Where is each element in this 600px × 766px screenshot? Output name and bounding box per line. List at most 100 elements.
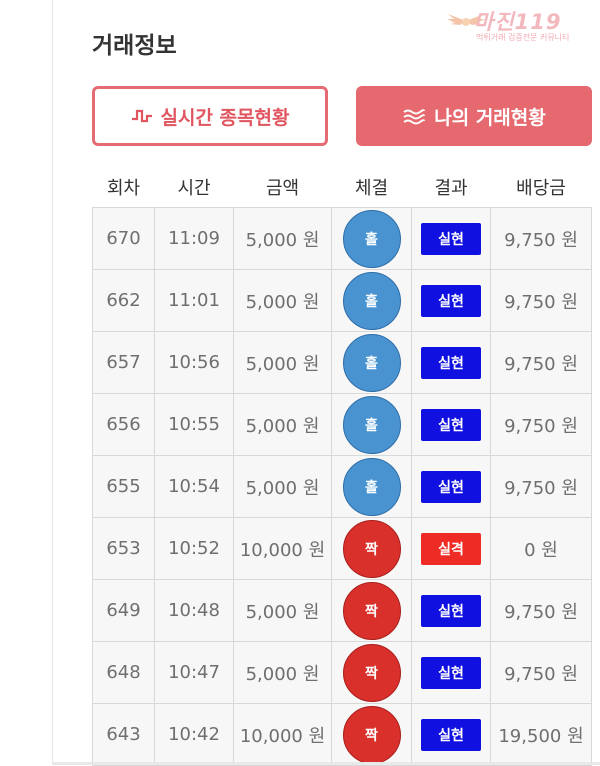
result-badge: 실현: [421, 346, 481, 379]
amount-cell: 5,000 원: [233, 331, 332, 394]
logo-tagline: 먹튀거래 검증전문 커뮤니티: [476, 33, 570, 42]
result-badge: 실현: [421, 408, 481, 441]
table-row: 670 11:09 5,000 원 홀 실현 9,750 원: [92, 207, 592, 270]
result-badge: 실현: [421, 284, 481, 317]
live-status-label: 실시간 종목현황: [160, 106, 290, 129]
pick-ball: 홀: [342, 271, 401, 330]
round-cell: 656: [92, 393, 155, 456]
result-cell: 실현: [411, 703, 491, 766]
amount-cell: 5,000 원: [233, 455, 332, 518]
payout-cell: 9,750 원: [490, 331, 592, 394]
table-row: 649 10:48 5,000 원 짝 실현 9,750 원: [92, 579, 592, 642]
pick-ball: 짝: [342, 581, 401, 640]
amount-cell: 5,000 원: [233, 641, 332, 704]
pick-cell: 짝: [331, 517, 412, 580]
round-cell: 655: [92, 455, 155, 518]
result-cell: 실현: [411, 207, 491, 270]
result-badge: 실현: [421, 656, 481, 689]
pick-cell: 짝: [331, 579, 412, 642]
header-payout: 배당금: [516, 177, 566, 199]
pick-ball: 홀: [342, 457, 401, 516]
payout-cell: 9,750 원: [490, 455, 592, 518]
result-cell: 실현: [411, 393, 491, 456]
content-left-border: [52, 0, 53, 765]
live-status-button[interactable]: 실시간 종목현황: [92, 86, 328, 146]
pick-ball: 짝: [342, 643, 401, 702]
round-cell: 643: [92, 703, 155, 766]
table-header-row: 회차 시간 금액 체결 결과 배당금: [93, 170, 592, 208]
result-badge: 실격: [421, 532, 481, 565]
my-trades-button[interactable]: 나의 거래현황: [356, 86, 592, 146]
amount-cell: 5,000 원: [233, 269, 332, 332]
header-amount: 금액: [265, 177, 300, 199]
payout-cell: 9,750 원: [490, 641, 592, 704]
payout-cell: 0 원: [490, 517, 592, 580]
trade-table: 회차 시간 금액 체결 결과 배당금 670 11:09 5,000 원 홀 실…: [92, 170, 592, 766]
time-cell: 10:54: [154, 455, 234, 518]
payout-cell: 9,750 원: [490, 393, 592, 456]
time-cell: 10:47: [154, 641, 234, 704]
round-cell: 653: [92, 517, 155, 580]
result-cell: 실현: [411, 641, 491, 704]
payout-cell: 9,750 원: [490, 579, 592, 642]
result-cell: 실현: [411, 331, 491, 394]
header-pick: 체결: [354, 177, 389, 199]
result-cell: 실현: [411, 579, 491, 642]
amount-cell: 10,000 원: [233, 517, 332, 580]
time-cell: 10:56: [154, 331, 234, 394]
pick-ball: 홀: [342, 395, 401, 454]
pick-cell: 홀: [331, 455, 412, 518]
pick-ball: 짝: [342, 519, 401, 578]
pick-cell: 홀: [331, 331, 412, 394]
pick-cell: 홀: [331, 269, 412, 332]
time-cell: 10:55: [154, 393, 234, 456]
result-badge: 실현: [421, 470, 481, 503]
pick-ball: 홀: [342, 209, 401, 268]
pick-cell: 홀: [331, 207, 412, 270]
result-badge: 실현: [421, 718, 481, 751]
time-cell: 11:01: [154, 269, 234, 332]
amount-cell: 5,000 원: [233, 393, 332, 456]
wave-icon: [402, 107, 426, 125]
payout-cell: 19,500 원: [490, 703, 592, 766]
table-row: 648 10:47 5,000 원 짝 실현 9,750 원: [92, 641, 592, 704]
round-cell: 649: [92, 579, 155, 642]
pick-ball: 짝: [342, 705, 401, 764]
time-cell: 10:52: [154, 517, 234, 580]
my-trades-label: 나의 거래현황: [434, 106, 546, 129]
time-cell: 11:09: [154, 207, 234, 270]
result-cell: 실현: [411, 455, 491, 518]
round-cell: 670: [92, 207, 155, 270]
table-row: 643 10:42 10,000 원 짝 실현 19,500 원: [92, 703, 592, 766]
pulse-icon: [131, 107, 153, 125]
time-cell: 10:48: [154, 579, 234, 642]
table-row: 657 10:56 5,000 원 홀 실현 9,750 원: [92, 331, 592, 394]
table-row: 653 10:52 10,000 원 짝 실격 0 원: [92, 517, 592, 580]
round-cell: 648: [92, 641, 155, 704]
result-badge: 실현: [421, 222, 481, 255]
table-row: 656 10:55 5,000 원 홀 실현 9,750 원: [92, 393, 592, 456]
pick-cell: 짝: [331, 703, 412, 766]
site-logo[interactable]: 마진119 먹튀거래 검증전문 커뮤니티: [446, 6, 596, 42]
round-cell: 657: [92, 331, 155, 394]
header-time: 시간: [177, 177, 211, 199]
table-row: 655 10:54 5,000 원 홀 실현 9,750 원: [92, 455, 592, 518]
round-cell: 662: [92, 269, 155, 332]
payout-cell: 9,750 원: [490, 269, 592, 332]
table-body: 670 11:09 5,000 원 홀 실현 9,750 원 662 11:01…: [92, 207, 592, 766]
amount-cell: 10,000 원: [233, 703, 332, 766]
pick-cell: 짝: [331, 641, 412, 704]
table-row: 662 11:01 5,000 원 홀 실현 9,750 원: [92, 269, 592, 332]
result-cell: 실격: [411, 517, 491, 580]
amount-cell: 5,000 원: [233, 579, 332, 642]
payout-cell: 9,750 원: [490, 207, 592, 270]
header-result: 결과: [434, 177, 468, 199]
header-round: 회차: [106, 177, 141, 199]
result-badge: 실현: [421, 594, 481, 627]
amount-cell: 5,000 원: [233, 207, 332, 270]
time-cell: 10:42: [154, 703, 234, 766]
result-cell: 실현: [411, 269, 491, 332]
page-title: 거래정보: [92, 33, 177, 59]
pick-cell: 홀: [331, 393, 412, 456]
pick-ball: 홀: [342, 333, 401, 392]
